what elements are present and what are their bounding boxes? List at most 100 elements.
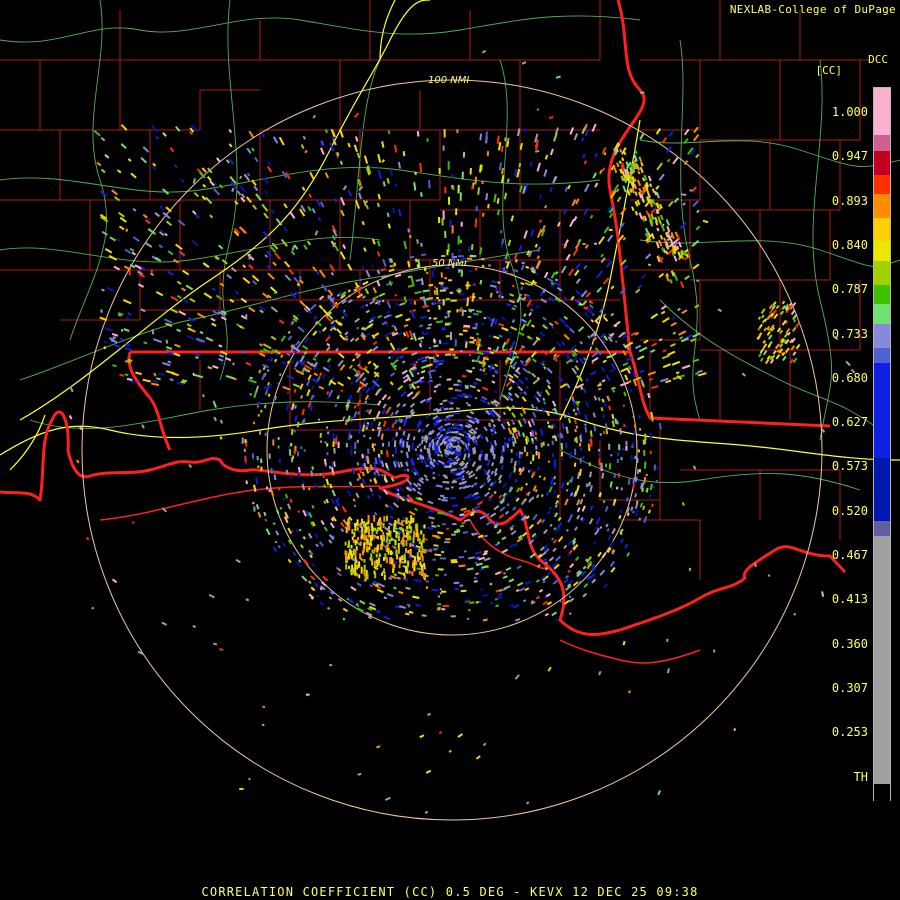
echo-gate: [419, 162, 423, 173]
color-scale-tick: 0.787: [831, 282, 868, 297]
echo-gate: [478, 453, 482, 461]
echo-gate: [332, 472, 335, 476]
echo-gate: [377, 421, 382, 427]
echo-gate: [641, 177, 646, 182]
echo-gate: [473, 382, 478, 386]
echo-gate: [473, 447, 477, 454]
echo-gate: [461, 482, 466, 486]
echo-gate: [385, 310, 390, 314]
echo-gate: [560, 242, 565, 247]
echo-gate: [470, 244, 474, 251]
echo-gate: [473, 580, 478, 583]
echo-gate: [395, 459, 399, 466]
echo-gate: [512, 441, 515, 447]
echo-gate: [459, 524, 465, 528]
echo-gate: [550, 537, 555, 541]
echo-gate: [391, 331, 396, 335]
echo-gate: [462, 393, 468, 397]
echo-gate: [613, 498, 617, 504]
echo-gate: [464, 384, 469, 388]
echo-gate: [593, 541, 597, 545]
echo-gate: [340, 389, 344, 393]
echo-gate: [416, 457, 420, 461]
echo-gate: [289, 498, 293, 504]
echo-gate: [601, 398, 605, 403]
echo-gate: [502, 420, 506, 425]
echo-gate: [521, 261, 526, 265]
echo-gate: [413, 182, 417, 191]
echo-gate: [477, 338, 482, 345]
echo-gate: [389, 170, 393, 176]
echo-gate: [421, 331, 425, 335]
echo-gate: [416, 371, 420, 375]
echo-gate: [356, 478, 360, 482]
echo-gate: [165, 349, 170, 353]
echo-gate: [600, 407, 604, 412]
echo-gate: [425, 510, 430, 514]
echo-gate: [514, 478, 518, 483]
echo-gate: [461, 309, 465, 317]
echo-gate: [585, 306, 589, 310]
echo-gate: [468, 458, 471, 462]
echo-gate: [274, 349, 278, 353]
echo-gate: [356, 326, 360, 330]
echo-gate: [466, 436, 470, 441]
echo-gate: [585, 483, 589, 488]
echo-gate: [525, 386, 529, 390]
echo-gate: [567, 569, 571, 574]
echo-gate: [613, 472, 617, 479]
echo-gate: [267, 381, 271, 386]
echo-gate: [420, 315, 427, 319]
echo-gate: [348, 433, 351, 440]
echo-gate: [390, 258, 394, 263]
echo-gate: [621, 157, 625, 162]
echo-gate: [614, 340, 618, 344]
echo-gate: [573, 419, 577, 425]
echo-gate: [451, 458, 456, 462]
echo-gate: [420, 400, 424, 404]
echo-gate: [444, 418, 448, 422]
echo-gate: [557, 433, 560, 438]
echo-gate: [501, 348, 506, 352]
echo-gate: [432, 471, 436, 475]
echo-gate: [402, 332, 407, 337]
echo-gate: [328, 465, 332, 470]
echo-gate: [151, 329, 155, 335]
echo-gate: [584, 423, 587, 427]
echo-gate: [428, 516, 435, 520]
echo-gate: [442, 399, 448, 403]
echo-gate: [431, 588, 439, 592]
echo-gate: [496, 209, 500, 216]
echo-gate: [550, 284, 554, 288]
echo-gate: [450, 471, 455, 474]
echo-gate: [238, 325, 243, 329]
echo-gate: [153, 372, 157, 377]
echo-gate: [570, 492, 574, 497]
echo-gate: [316, 594, 320, 598]
color-scale-tick: 0.627: [831, 415, 868, 430]
echo-gate: [554, 618, 559, 622]
echo-gate: [680, 193, 687, 196]
echo-gate: [536, 255, 540, 259]
echo-gate: [477, 434, 481, 438]
echo-gate: [276, 509, 280, 515]
echo-gate: [439, 402, 444, 406]
echo-gate: [570, 476, 574, 483]
echo-gate: [399, 438, 402, 445]
color-scale-bar: [873, 87, 891, 802]
color-scale-segment: [874, 194, 890, 220]
echo-gate: [324, 458, 327, 465]
echo-gate: [481, 498, 485, 502]
echo-gate: [463, 448, 466, 452]
color-scale-tick: 0.253: [831, 725, 868, 740]
echo-gate: [523, 313, 527, 317]
echo-gate: [462, 374, 467, 378]
color-scale-tick: 0.520: [831, 503, 868, 518]
echo-gate: [341, 316, 345, 320]
echo-gate: [324, 128, 329, 134]
echo-gate: [361, 220, 365, 226]
echo-gate: [212, 400, 216, 404]
echo-gate: [364, 409, 367, 413]
color-scale-segment: [874, 324, 890, 350]
echo-gate: [498, 592, 503, 596]
